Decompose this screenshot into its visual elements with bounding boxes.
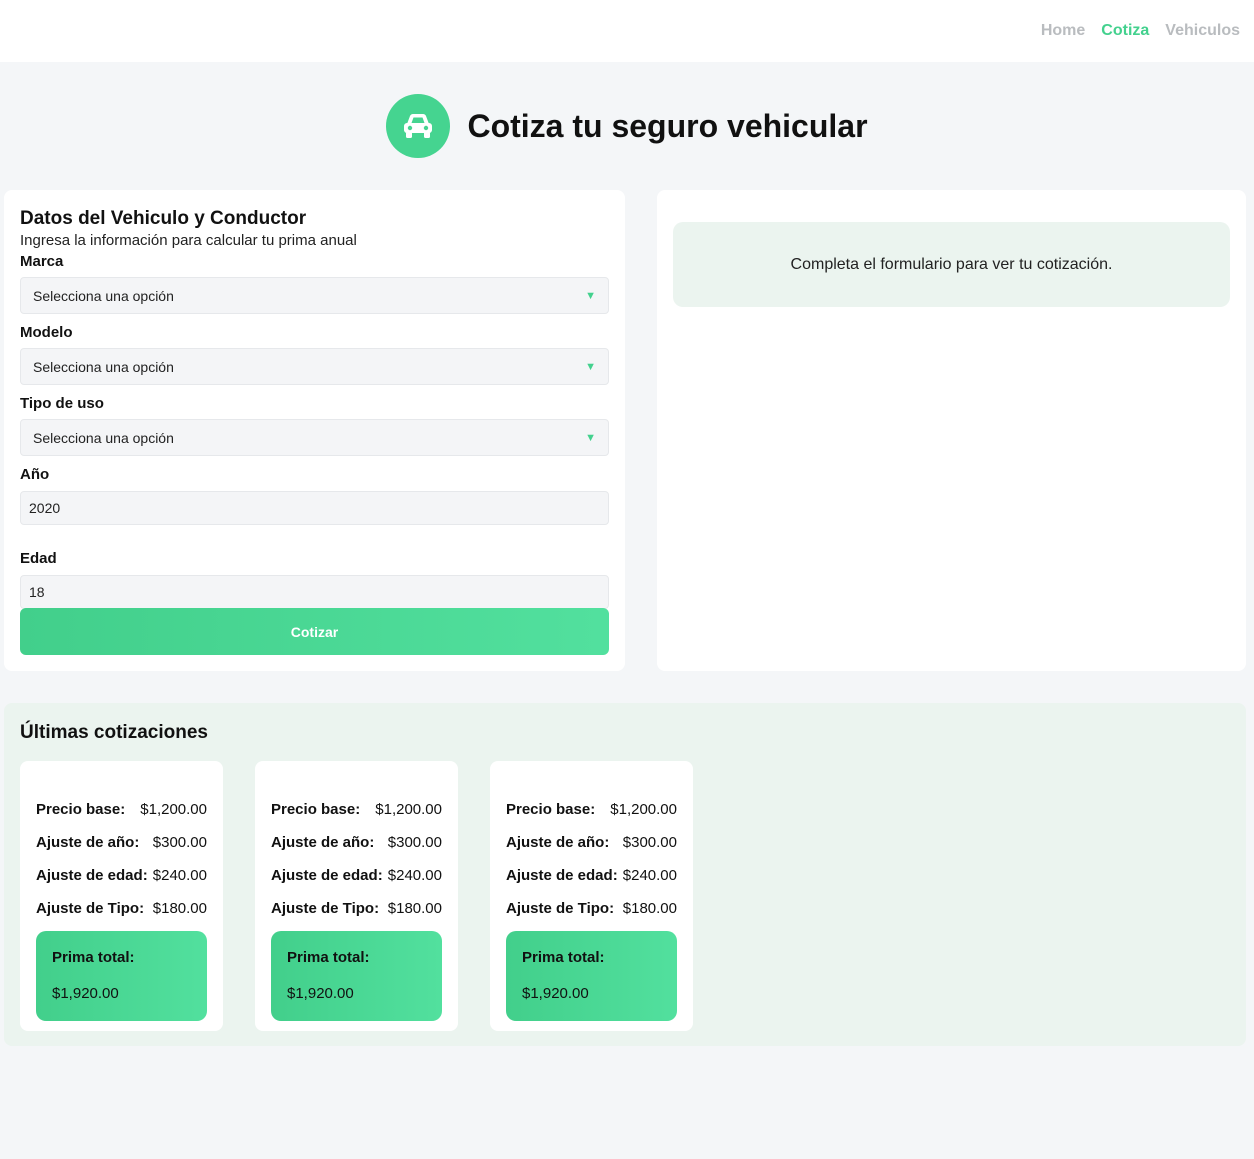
tipo-uso-select-value: Selecciona una opción [33, 429, 174, 446]
base-price-value: $1,200.00 [140, 801, 207, 818]
base-price-value: $1,200.00 [375, 801, 442, 818]
marca-select-value: Selecciona una opción [33, 287, 174, 304]
age-adjust-label: Ajuste de edad: [36, 867, 148, 884]
quote-card: Precio base: $1,200.00 Ajuste de año: $3… [255, 761, 458, 1031]
total-premium-value: $1,920.00 [52, 985, 119, 1002]
base-price-label: Precio base: [271, 801, 361, 818]
quote-result-card: Completa el formulario para ver tu cotiz… [657, 190, 1246, 671]
edad-input[interactable]: 18 [20, 575, 609, 609]
result-empty-message: Completa el formulario para ver tu cotiz… [790, 255, 1113, 273]
marca-select[interactable]: Selecciona una opción ▼ [20, 277, 609, 314]
total-premium-label: Prima total: [52, 949, 135, 966]
type-adjust-row: Ajuste de Tipo: $180.00 [506, 892, 677, 925]
car-icon [386, 94, 451, 158]
age-adjust-row: Ajuste de edad: $240.00 [36, 859, 207, 892]
total-premium-box: Prima total: $1,920.00 [36, 931, 207, 1021]
modelo-select-value: Selecciona una opción [33, 358, 174, 375]
type-adjust-row: Ajuste de Tipo: $180.00 [271, 892, 442, 925]
hero-header: Cotiza tu seguro vehicular [0, 94, 1254, 158]
total-premium-label: Prima total: [287, 949, 370, 966]
type-adjust-value: $180.00 [152, 900, 207, 917]
recent-quotes-section: Últimas cotizaciones Precio base: $1,200… [4, 703, 1246, 1046]
year-adjust-row: Ajuste de año: $300.00 [36, 826, 207, 859]
quote-card: Precio base: $1,200.00 Ajuste de año: $3… [490, 761, 693, 1031]
year-adjust-row: Ajuste de año: $300.00 [271, 826, 442, 859]
marca-label: Marca [20, 253, 64, 270]
type-adjust-value: $180.00 [622, 900, 677, 917]
base-price-label: Precio base: [506, 801, 596, 818]
type-adjust-row: Ajuste de Tipo: $180.00 [36, 892, 207, 925]
cotizar-button[interactable]: Cotizar [20, 608, 609, 655]
age-adjust-label: Ajuste de edad: [271, 867, 383, 884]
anio-label: Año [20, 466, 50, 483]
quote-card: Precio base: $1,200.00 Ajuste de año: $3… [20, 761, 223, 1031]
chevron-down-icon: ▼ [585, 289, 596, 302]
recent-quotes-title: Últimas cotizaciones [20, 722, 208, 743]
anio-input-value: 2020 [29, 500, 61, 516]
total-premium-box: Prima total: $1,920.00 [271, 931, 442, 1021]
chevron-down-icon: ▼ [585, 431, 596, 444]
modelo-label: Modelo [20, 324, 73, 341]
base-price-label: Precio base: [36, 801, 126, 818]
base-price-value: $1,200.00 [610, 801, 677, 818]
year-adjust-row: Ajuste de año: $300.00 [506, 826, 677, 859]
age-adjust-label: Ajuste de edad: [506, 867, 618, 884]
total-premium-value: $1,920.00 [287, 985, 354, 1002]
year-adjust-value: $300.00 [152, 834, 207, 851]
year-adjust-value: $300.00 [622, 834, 677, 851]
nav-link-home[interactable]: Home [1041, 22, 1085, 40]
age-adjust-value: $240.00 [622, 867, 677, 884]
total-premium-box: Prima total: $1,920.00 [506, 931, 677, 1021]
type-adjust-label: Ajuste de Tipo: [271, 900, 380, 917]
quote-form-card: Datos del Vehiculo y Conductor Ingresa l… [4, 190, 625, 671]
edad-label: Edad [20, 550, 57, 567]
form-subtitle: Ingresa la información para calcular tu … [20, 232, 357, 249]
modelo-select[interactable]: Selecciona una opción ▼ [20, 348, 609, 385]
year-adjust-label: Ajuste de año: [271, 834, 375, 851]
nav-link-vehiculos[interactable]: Vehiculos [1165, 22, 1240, 40]
type-adjust-label: Ajuste de Tipo: [36, 900, 145, 917]
form-title: Datos del Vehiculo y Conductor [20, 208, 307, 229]
year-adjust-label: Ajuste de año: [506, 834, 610, 851]
age-adjust-row: Ajuste de edad: $240.00 [271, 859, 442, 892]
anio-input[interactable]: 2020 [20, 491, 609, 525]
total-premium-label: Prima total: [522, 949, 605, 966]
top-navbar: Home Cotiza Vehiculos [0, 0, 1254, 62]
base-price-row: Precio base: $1,200.00 [271, 793, 442, 826]
nav-link-cotiza[interactable]: Cotiza [1101, 22, 1149, 40]
age-adjust-value: $240.00 [152, 867, 207, 884]
base-price-row: Precio base: $1,200.00 [506, 793, 677, 826]
tipo-uso-label: Tipo de uso [20, 395, 104, 412]
chevron-down-icon: ▼ [585, 360, 596, 373]
tipo-uso-select[interactable]: Selecciona una opción ▼ [20, 419, 609, 456]
result-empty-state: Completa el formulario para ver tu cotiz… [673, 222, 1230, 307]
year-adjust-label: Ajuste de año: [36, 834, 140, 851]
type-adjust-label: Ajuste de Tipo: [506, 900, 615, 917]
recent-quotes-list: Precio base: $1,200.00 Ajuste de año: $3… [20, 761, 1230, 1031]
year-adjust-value: $300.00 [387, 834, 442, 851]
age-adjust-row: Ajuste de edad: $240.00 [506, 859, 677, 892]
total-premium-value: $1,920.00 [522, 985, 589, 1002]
page-title: Cotiza tu seguro vehicular [467, 107, 868, 144]
edad-input-value: 18 [29, 584, 45, 600]
base-price-row: Precio base: $1,200.00 [36, 793, 207, 826]
type-adjust-value: $180.00 [387, 900, 442, 917]
age-adjust-value: $240.00 [387, 867, 442, 884]
